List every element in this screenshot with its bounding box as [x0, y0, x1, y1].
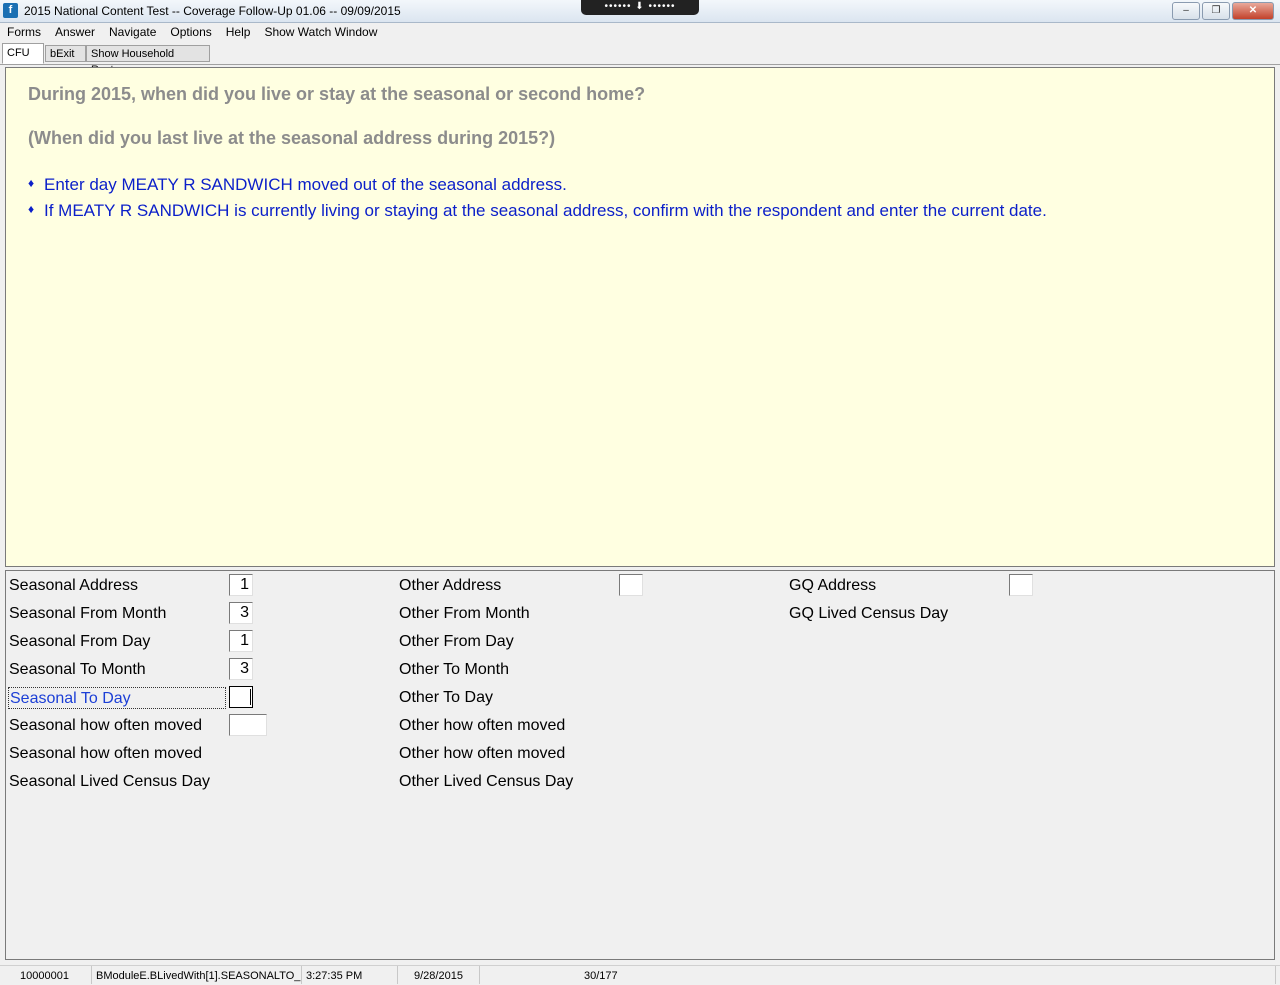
question-pane: During 2015, when did you live or stay a…: [5, 67, 1275, 567]
remote-session-bar[interactable]: •••••• ⬇ ••••••: [581, 0, 699, 15]
seasonal-lived-census-day-label[interactable]: Seasonal Lived Census Day: [9, 773, 210, 791]
seasonal-to-month-label[interactable]: Seasonal To Month: [9, 661, 146, 679]
status-bar: 10000001 BModuleE.BLivedWith[1].SEASONAL…: [0, 965, 1280, 985]
status-page-count: 30/177: [580, 966, 1276, 984]
status-spacer: [480, 966, 580, 984]
other-to-month-label[interactable]: Other To Month: [399, 661, 509, 679]
menu-navigate[interactable]: Navigate: [102, 23, 163, 42]
other-from-day-label[interactable]: Other From Day: [399, 633, 514, 651]
seasonal-to-day-label[interactable]: Seasonal To Day: [8, 687, 226, 709]
menu-forms[interactable]: Forms: [0, 23, 48, 42]
gq-address-label[interactable]: GQ Address: [789, 577, 876, 595]
seasonal-address-field[interactable]: 1: [229, 574, 253, 596]
seasonal-how-often-2-label[interactable]: Seasonal how often moved: [9, 745, 202, 763]
instruction-2: ♦ If MEATY R SANDWICH is currently living…: [28, 201, 1047, 221]
seasonal-from-month-field[interactable]: 3: [229, 602, 253, 624]
question-text: During 2015, when did you live or stay a…: [28, 84, 646, 104]
seasonal-how-often-label[interactable]: Seasonal how often moved: [9, 717, 202, 735]
seasonal-to-day-field[interactable]: [229, 686, 253, 708]
other-lived-census-day-label[interactable]: Other Lived Census Day: [399, 773, 573, 791]
other-how-often-2-label[interactable]: Other how often moved: [399, 745, 565, 763]
gq-lived-census-day-label[interactable]: GQ Lived Census Day: [789, 605, 948, 623]
menu-options[interactable]: Options: [163, 23, 218, 42]
question-clarification: (When did you last live at the seasonal …: [28, 128, 556, 148]
status-field-path: BModuleE.BLivedWith[1].SEASONALTO_D: [92, 966, 302, 984]
bullet-icon: ♦: [28, 176, 35, 190]
field-pane: Seasonal Address 1 Seasonal From Month 3…: [5, 570, 1275, 960]
gq-address-field[interactable]: [1009, 574, 1033, 596]
bullet-icon: ♦: [28, 202, 35, 216]
window-controls: – ❐ ✕: [1172, 2, 1274, 20]
seasonal-address-label[interactable]: Seasonal Address: [9, 577, 138, 595]
instruction-1-text: Enter day MEATY R SANDWICH moved out of …: [44, 175, 567, 194]
close-button[interactable]: ✕: [1232, 2, 1274, 20]
status-date: 9/28/2015: [398, 966, 480, 984]
tab-bar: CFU bExit Show Household Roster: [0, 43, 1280, 76]
seasonal-from-day-field[interactable]: 1: [229, 630, 253, 652]
instruction-2-text: If MEATY R SANDWICH is currently living …: [44, 201, 1047, 220]
instruction-1: ♦ Enter day MEATY R SANDWICH moved out of…: [28, 175, 567, 195]
tab-cfu[interactable]: CFU: [2, 43, 44, 64]
seasonal-how-often-field[interactable]: [229, 714, 267, 736]
seasonal-from-month-label[interactable]: Seasonal From Month: [9, 605, 166, 623]
menu-help[interactable]: Help: [219, 23, 258, 42]
app-icon[interactable]: f: [3, 3, 18, 18]
other-address-label[interactable]: Other Address: [399, 577, 501, 595]
other-how-often-label[interactable]: Other how often moved: [399, 717, 565, 735]
other-to-day-label[interactable]: Other To Day: [399, 689, 493, 707]
menu-bar: Forms Answer Navigate Options Help Show …: [0, 23, 1280, 42]
menu-show-watch-window[interactable]: Show Watch Window: [257, 23, 384, 42]
menu-answer[interactable]: Answer: [48, 23, 102, 42]
status-case-id: 10000001: [0, 966, 92, 984]
minimize-button[interactable]: –: [1172, 2, 1200, 20]
window-title: 2015 National Content Test -- Coverage F…: [24, 4, 401, 18]
tab-show-household-roster[interactable]: Show Household Roster: [86, 45, 210, 76]
seasonal-from-day-label[interactable]: Seasonal From Day: [9, 633, 150, 651]
status-time: 3:27:35 PM: [302, 966, 398, 984]
tab-bexit[interactable]: bExit: [45, 45, 86, 62]
other-from-month-label[interactable]: Other From Month: [399, 605, 530, 623]
restore-button[interactable]: ❐: [1202, 2, 1230, 20]
seasonal-to-month-field[interactable]: 3: [229, 658, 253, 680]
other-address-field[interactable]: [619, 574, 643, 596]
text-cursor: [250, 689, 251, 705]
title-bar: f 2015 National Content Test -- Coverage…: [0, 0, 1280, 23]
